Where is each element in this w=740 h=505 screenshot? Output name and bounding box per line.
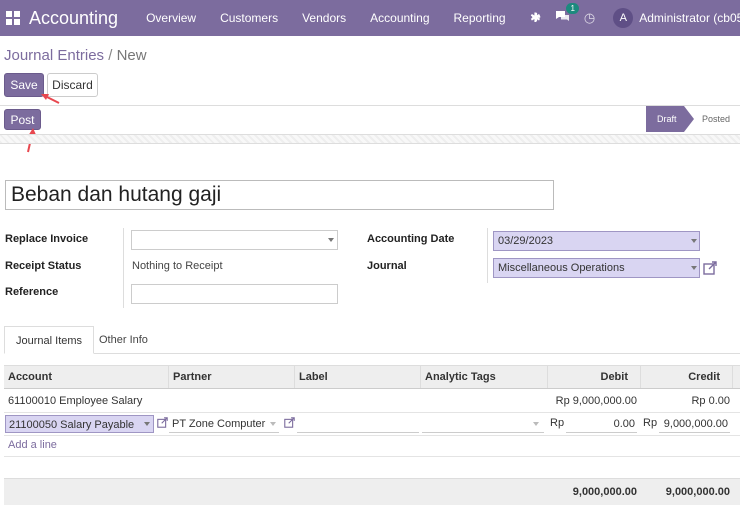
row2-account-external-link-icon[interactable] [157, 417, 168, 428]
row2-credit-input[interactable]: 9,000,000.00 [659, 415, 730, 433]
row1-debit[interactable]: Rp 9,000,000.00 [547, 395, 637, 407]
user-avatar[interactable]: A [613, 8, 634, 28]
nav-customers[interactable]: Customers [208, 11, 290, 25]
breadcrumb-current: New [116, 47, 147, 64]
right-group-divider [487, 228, 488, 283]
row1-account[interactable]: 61100010 Employee Salary [8, 395, 142, 407]
row-separator [4, 456, 740, 457]
save-button[interactable]: Save [4, 73, 44, 97]
activity-clock-icon[interactable]: ◷ [584, 10, 595, 26]
row2-account-caret-icon [144, 422, 150, 426]
table-footer-totals: 9,000,000.00 9,000,000.00 [4, 478, 740, 505]
chat-icon[interactable]: 1 [555, 3, 579, 26]
top-navbar: Accounting Overview Customers Vendors Ac… [0, 0, 740, 36]
total-debit: 9,000,000.00 [572, 486, 637, 498]
debug-bug-icon[interactable]: ✱ [530, 10, 541, 26]
nav-overview[interactable]: Overview [134, 11, 208, 25]
column-label[interactable]: Label [294, 366, 420, 388]
accounting-date-caret-icon [691, 239, 697, 243]
replace-invoice-select[interactable] [131, 230, 338, 250]
add-a-line-link[interactable]: Add a line [8, 439, 57, 451]
row2-tags-caret-icon [533, 422, 539, 426]
status-stage-posted[interactable]: Posted [702, 106, 730, 132]
column-analytic-tags[interactable]: Analytic Tags [420, 366, 547, 388]
app-brand[interactable]: Accounting [29, 8, 118, 29]
breadcrumb-parent[interactable]: Journal Entries [4, 47, 104, 64]
receipt-status-label: Receipt Status [5, 260, 82, 272]
column-extra [732, 366, 740, 388]
tab-other-info[interactable]: Other Info [88, 326, 159, 354]
row2-credit-currency: Rp [643, 417, 658, 429]
post-button[interactable]: Post [4, 109, 41, 130]
replace-invoice-caret-icon [328, 238, 334, 242]
accounting-date-label: Accounting Date [367, 233, 455, 245]
reference-input[interactable] [131, 284, 338, 304]
row2-partner-external-link-icon[interactable] [284, 417, 295, 428]
breadcrumb: Journal Entries / New [4, 47, 147, 64]
nav-reporting[interactable]: Reporting [442, 11, 518, 25]
row2-debit-currency: Rp [550, 417, 565, 429]
row-separator [4, 412, 740, 413]
row2-account-select[interactable]: 21100050 Salary Payable [5, 415, 154, 433]
breadcrumb-separator: / [108, 47, 113, 64]
sheet-background-stripe [0, 134, 740, 144]
receipt-status-value: Nothing to Receipt [132, 260, 223, 272]
row2-partner-caret-icon [270, 422, 276, 426]
chat-count-badge: 1 [566, 3, 579, 14]
row2-debit-input[interactable]: 0.00 [566, 415, 637, 433]
nav-accounting[interactable]: Accounting [358, 11, 441, 25]
journal-label: Journal [367, 260, 407, 272]
row2-analytic-tags-input[interactable] [422, 415, 544, 433]
total-credit: 9,000,000.00 [665, 486, 730, 498]
user-menu[interactable]: Administrator (cb05 [639, 11, 740, 25]
journal-caret-icon [691, 266, 697, 270]
annotation-arrow-save [41, 94, 60, 104]
replace-invoice-label: Replace Invoice [5, 233, 89, 245]
row2-partner-select[interactable]: PT Zone Computer [169, 415, 279, 433]
journal-external-link-icon[interactable] [703, 261, 717, 275]
column-debit[interactable]: Debit [547, 366, 640, 388]
status-bar: Post Draft Posted [0, 106, 740, 134]
nav-vendors[interactable]: Vendors [290, 11, 358, 25]
accounting-date-input[interactable]: 03/29/2023 [493, 231, 700, 251]
column-partner[interactable]: Partner [168, 366, 294, 388]
status-stage-draft: Draft [646, 106, 694, 132]
column-credit[interactable]: Credit [640, 366, 732, 388]
row1-credit[interactable]: Rp 0.00 [640, 395, 730, 407]
apps-grid-icon[interactable] [6, 11, 20, 25]
row-separator [4, 435, 740, 436]
reference-label: Reference [5, 286, 59, 298]
navbar-systray: ✱ 1 ◷ A Administrator (cb05 [530, 0, 740, 36]
tab-journal-items[interactable]: Journal Items [4, 326, 95, 354]
journal-entry-title-input[interactable]: Beban dan hutang gaji [5, 180, 554, 210]
column-account[interactable]: Account [4, 366, 168, 388]
table-header: Account Partner Label Analytic Tags Debi… [4, 365, 740, 389]
row2-label-input[interactable] [297, 415, 419, 433]
notebook-tabs: Journal Items Other Info [4, 326, 740, 354]
left-group-divider [123, 228, 124, 308]
journal-select[interactable]: Miscellaneous Operations [493, 258, 700, 278]
